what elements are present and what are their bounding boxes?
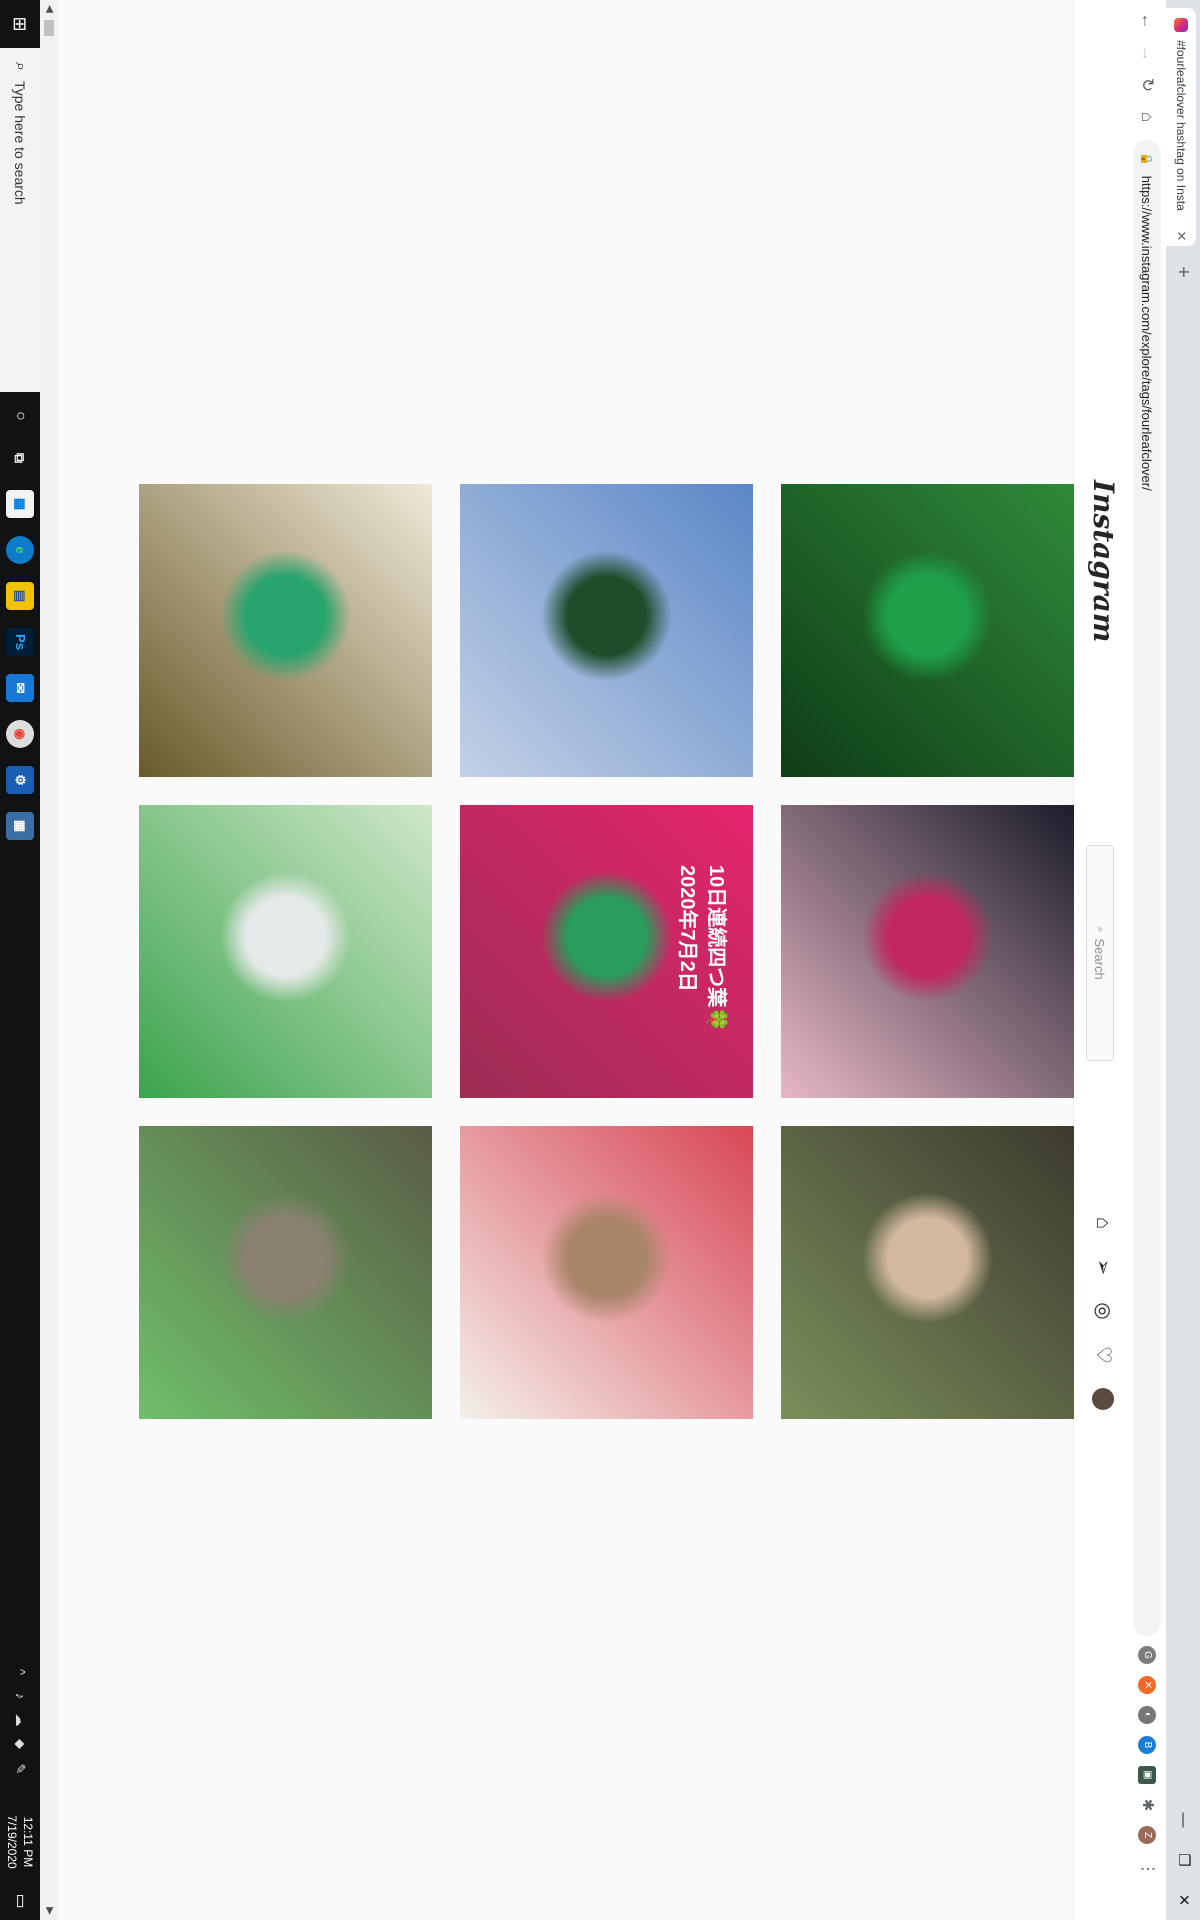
instagram-header: Instagram ⌕ Search ⌂ ➢ ◎ ♡	[1073, 0, 1128, 1920]
settings-gear-icon[interactable]: ⚙	[6, 766, 34, 794]
screen: #fourleafclover hashtag on Insta ✕ + — ❐…	[0, 0, 1200, 1920]
browser-tab[interactable]: #fourleafclover hashtag on Insta ✕	[1166, 8, 1196, 246]
tab-title: #fourleafclover hashtag on Insta	[1174, 40, 1188, 211]
calculator-icon[interactable]: ▦	[6, 812, 34, 840]
reload-icon[interactable]: ↻	[1134, 72, 1160, 98]
activity-icon[interactable]: ♡	[1092, 1344, 1114, 1366]
post-caption: 10日連続四つ葉🍀 2020年7月2日	[676, 865, 727, 1033]
outlook-icon[interactable]: ✉	[6, 674, 34, 702]
post-thumbnail[interactable]	[139, 484, 432, 777]
taskbar-clock[interactable]: 12:11 PM 7/19/2020	[4, 1802, 36, 1882]
close-window-button[interactable]: ✕	[1166, 1880, 1200, 1920]
post-thumbnail[interactable]	[460, 1126, 753, 1419]
profile-z-icon[interactable]: Z	[1138, 1826, 1156, 1844]
browser-toolbar: ← → ↻ ⌂ 🔒 https://www.instagram.com/expl…	[1127, 0, 1166, 1920]
maximize-button[interactable]: ❐	[1166, 1840, 1200, 1880]
instagram-nav: ⌂ ➢ ◎ ♡	[1092, 1212, 1114, 1410]
cortana-icon[interactable]: ○	[6, 402, 34, 430]
extension-circle-icon[interactable]: ◐	[1138, 1706, 1156, 1724]
post-thumbnail[interactable]	[781, 484, 1074, 777]
taskbar-search[interactable]: ⌕ Type here to search	[0, 48, 40, 392]
home-button-icon[interactable]: ⌂	[1134, 104, 1160, 130]
windows-start-icon[interactable]: ⊞	[0, 0, 40, 48]
extensions-puzzle-icon[interactable]: ✱	[1138, 1796, 1156, 1814]
extension-g-icon[interactable]: G	[1138, 1646, 1156, 1664]
post-thumbnail[interactable]	[781, 1126, 1074, 1419]
instagram-favicon-icon	[1174, 18, 1188, 32]
search-placeholder: Search	[1092, 938, 1108, 980]
new-tab-button[interactable]: +	[1170, 260, 1194, 284]
dropbox-icon[interactable]: ◆	[0, 1734, 40, 1754]
explore-icon[interactable]: ◎	[1092, 1300, 1114, 1322]
onedrive-icon[interactable]: ☁	[0, 1710, 40, 1730]
post-thumbnail[interactable]	[460, 484, 753, 777]
home-icon[interactable]: ⌂	[1092, 1212, 1114, 1234]
taskbar-search-icon: ⌕	[12, 62, 29, 71]
extension-x-icon[interactable]: ✕	[1138, 1676, 1156, 1694]
search-input[interactable]: ⌕ Search	[1086, 845, 1114, 1061]
edge-icon[interactable]: e	[6, 536, 34, 564]
instagram-logo[interactable]: Instagram	[1087, 480, 1120, 642]
extension-b-icon[interactable]: B	[1138, 1736, 1156, 1754]
volume-icon[interactable]: ♪	[0, 1686, 40, 1706]
pen-icon[interactable]: ✎	[0, 1758, 40, 1780]
clock-date: 7/19/2020	[5, 1815, 19, 1869]
address-bar[interactable]: 🔒 https://www.instagram.com/explore/tags…	[1133, 140, 1161, 1636]
file-explorer-icon[interactable]: ▤	[6, 582, 34, 610]
posts-grid: 10日連続四つ葉🍀 2020年7月2日	[66, 484, 1074, 1436]
search-icon: ⌕	[1094, 926, 1107, 933]
tab-close-icon[interactable]: ✕	[1173, 226, 1189, 246]
profile-avatar[interactable]	[1092, 1388, 1114, 1410]
post-thumbnail[interactable]: 10日連続四つ葉🍀 2020年7月2日	[460, 805, 753, 1098]
store-icon[interactable]: ▦	[6, 490, 34, 518]
post-thumbnail[interactable]	[781, 805, 1074, 1098]
minimize-button[interactable]: —	[1166, 1800, 1200, 1840]
photoshop-icon[interactable]: Ps	[6, 628, 34, 656]
post-thumbnail[interactable]	[139, 1126, 432, 1419]
url-text: https://www.instagram.com/explore/tags/f…	[1139, 175, 1155, 491]
notifications-icon[interactable]: ▭	[0, 1882, 40, 1920]
windows-taskbar: ⊞ ⌕ Type here to search ○ ⧉ ▦ e ▤ Ps ✉ ◉…	[0, 0, 40, 1920]
post-thumbnail[interactable]	[139, 805, 432, 1098]
tray-chevron-icon[interactable]: ^	[0, 1662, 40, 1682]
chrome-icon[interactable]: ◉	[6, 720, 34, 748]
back-icon[interactable]: ←	[1134, 8, 1160, 34]
scroll-left-icon[interactable]: ◀	[40, 0, 58, 18]
task-view-icon[interactable]: ⧉	[6, 444, 34, 472]
scroll-right-icon[interactable]: ▶	[40, 1902, 58, 1920]
clock-time: 12:11 PM	[21, 1816, 35, 1868]
lock-icon: 🔒	[1140, 152, 1153, 166]
menu-icon[interactable]: ⋮	[1138, 1860, 1156, 1878]
forward-icon[interactable]: →	[1134, 40, 1160, 66]
taskbar-search-placeholder: Type here to search	[12, 80, 28, 205]
scroll-thumb[interactable]	[44, 20, 54, 36]
direct-icon[interactable]: ➢	[1092, 1256, 1114, 1278]
tab-strip: #fourleafclover hashtag on Insta ✕ + — ❐…	[1166, 0, 1200, 1920]
horizontal-scrollbar[interactable]: ◀ ▶	[40, 0, 58, 1920]
extension-image-icon[interactable]: ▣	[1138, 1766, 1156, 1784]
